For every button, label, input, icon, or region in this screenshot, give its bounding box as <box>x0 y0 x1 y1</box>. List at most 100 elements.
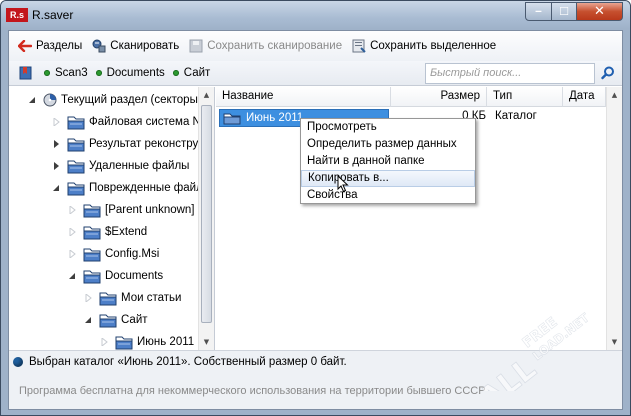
list-scrollbar[interactable]: ▲ ▼ <box>606 87 622 350</box>
tree-item-label: Текущий раздел (секторы 30 <box>61 94 214 106</box>
context-menu: Просмотреть Определить размер данных Най… <box>300 118 476 204</box>
folder-icon <box>67 115 85 130</box>
menu-item-properties[interactable]: Свойства <box>301 187 475 204</box>
leaf-arrow-icon <box>51 118 61 126</box>
leaf-arrow-icon <box>99 338 109 346</box>
menu-item-find-in-folder[interactable]: Найти в данной папке <box>301 153 475 170</box>
column-header-name[interactable]: Название <box>216 87 391 107</box>
folder-icon <box>67 181 85 196</box>
minimize-icon: ‒ <box>535 6 542 17</box>
status-bar: Выбран каталог «Июнь 2011». Собственный … <box>9 350 622 372</box>
quick-search-input[interactable]: Быстрый поиск... <box>425 63 595 84</box>
scroll-thumb[interactable] <box>201 105 212 323</box>
menu-item-view[interactable]: Просмотреть <box>301 119 475 136</box>
mouse-cursor-icon <box>337 174 349 196</box>
license-text: Программа бесплатна для некоммерческого … <box>19 384 486 397</box>
folder-icon <box>99 291 117 306</box>
tree-item-label: Результат реконструкци <box>89 138 215 150</box>
folder-icon <box>83 203 101 218</box>
favorite-scan3[interactable]: Scan3 <box>44 67 88 79</box>
favorite-dot-icon <box>44 70 50 76</box>
list-row-name: Июнь 2011 <box>246 112 304 124</box>
status-text: Выбран каталог «Июнь 2011». Собственный … <box>29 355 347 368</box>
tree-item[interactable]: Config.Msi <box>67 243 159 265</box>
tree-item[interactable]: Поврежденные файлы <box>51 177 211 199</box>
window-title: R.saver <box>32 8 74 22</box>
tree-item-label: $Extend <box>105 226 148 238</box>
main-toolbar: Разделы Сканировать Сохранить сканирован… <box>9 31 622 61</box>
maximize-icon: ☐ <box>559 5 569 18</box>
license-footer: Программа бесплатна для некоммерческого … <box>9 372 622 409</box>
column-header-date[interactable]: Дата <box>563 87 606 107</box>
column-header-type[interactable]: Тип <box>487 87 563 107</box>
favorite-site[interactable]: Сайт <box>172 67 211 79</box>
tree-item-label: Documents <box>105 270 164 282</box>
tree-scrollbar[interactable]: ▲ ▼ <box>198 87 214 350</box>
folder-icon <box>83 225 101 240</box>
tree-item-label: Сайт <box>121 314 148 326</box>
save-selected-label: Сохранить выделенное <box>370 40 497 52</box>
scroll-up-arrow-icon[interactable]: ▲ <box>199 87 214 102</box>
scroll-up-arrow-icon[interactable]: ▲ <box>607 87 622 102</box>
folder-icon <box>67 137 85 152</box>
save-scan-label: Сохранить сканирование <box>207 40 343 52</box>
leaf-arrow-icon <box>83 294 93 302</box>
scan-icon <box>92 39 106 53</box>
folder-icon <box>83 269 101 284</box>
back-label: Разделы <box>36 40 83 52</box>
tree-item[interactable]: Текущий раздел (секторы 30 <box>27 89 214 111</box>
search-button[interactable] <box>599 64 617 82</box>
folder-icon <box>67 159 85 174</box>
close-button[interactable]: ✕ <box>576 2 623 21</box>
folder-tree[interactable]: Текущий раздел (секторы 30 Файловая систе… <box>9 87 215 350</box>
menu-item-calc-size[interactable]: Определить размер данных <box>301 136 475 153</box>
tree-item-label: Июнь 2011 <box>137 336 195 348</box>
scroll-down-arrow-icon[interactable]: ▼ <box>607 334 622 349</box>
tree-item-label: Удаленные файлы <box>89 160 190 172</box>
tree-item[interactable]: Файловая система NTFS <box>51 111 214 133</box>
title-bar[interactable]: R.s R.saver ‒ ☐ ✕ <box>1 1 630 29</box>
disk-icon <box>43 93 57 107</box>
tree-item[interactable]: $Extend <box>67 221 147 243</box>
list-row-type: Каталог <box>495 110 537 122</box>
tree-item-label: Config.Msi <box>105 248 160 260</box>
arrow-left-icon <box>18 40 32 52</box>
scroll-down-arrow-icon[interactable]: ▼ <box>199 334 214 349</box>
tree-item[interactable]: Documents <box>67 265 163 287</box>
bookmarks-icon[interactable] <box>18 65 34 81</box>
expanded-arrow-icon[interactable] <box>51 184 61 192</box>
search-icon <box>601 66 615 80</box>
scan-button[interactable]: Сканировать <box>92 39 179 53</box>
favorite-documents[interactable]: Documents <box>95 67 165 79</box>
minimize-button[interactable]: ‒ <box>525 2 552 21</box>
favorite-label: Сайт <box>183 67 211 79</box>
maximize-button[interactable]: ☐ <box>551 2 577 21</box>
tree-item[interactable]: Мои статьи <box>83 287 181 309</box>
collapsed-arrow-icon[interactable] <box>51 162 61 170</box>
leaf-arrow-icon <box>67 228 77 236</box>
tree-item[interactable]: [Parent unknown] <box>67 199 195 221</box>
tree-item[interactable]: Результат реконструкци <box>51 133 215 155</box>
tree-item[interactable]: Сайт <box>83 309 148 331</box>
save-selected-button[interactable]: Сохранить выделенное <box>352 39 496 53</box>
favorite-label: Documents <box>106 67 165 79</box>
favorites-bar: Scan3 Documents Сайт Быстрый поиск... <box>9 61 622 86</box>
column-header-size[interactable]: Размер <box>391 87 487 107</box>
client-area: Разделы Сканировать Сохранить сканирован… <box>8 30 623 410</box>
expanded-arrow-icon[interactable] <box>83 316 93 324</box>
save-scan-button[interactable]: Сохранить сканирование <box>189 39 342 53</box>
app-window: R.s R.saver ‒ ☐ ✕ Разделы Сканировать Со… <box>0 0 631 416</box>
scan-label: Сканировать <box>110 40 180 52</box>
tree-item[interactable]: Удаленные файлы <box>51 155 189 177</box>
expanded-arrow-icon[interactable] <box>67 272 77 280</box>
tree-item[interactable]: Июнь 2011 <box>99 331 194 350</box>
expanded-arrow-icon[interactable] <box>27 96 37 104</box>
leaf-arrow-icon <box>67 206 77 214</box>
collapsed-arrow-icon[interactable] <box>51 140 61 148</box>
save-scan-icon <box>189 39 203 53</box>
back-to-partitions-button[interactable]: Разделы <box>18 40 82 52</box>
folder-icon <box>83 247 101 262</box>
close-icon: ✕ <box>594 4 605 19</box>
folder-icon <box>99 313 117 328</box>
menu-item-copy-to[interactable]: Копировать в... <box>301 170 475 187</box>
